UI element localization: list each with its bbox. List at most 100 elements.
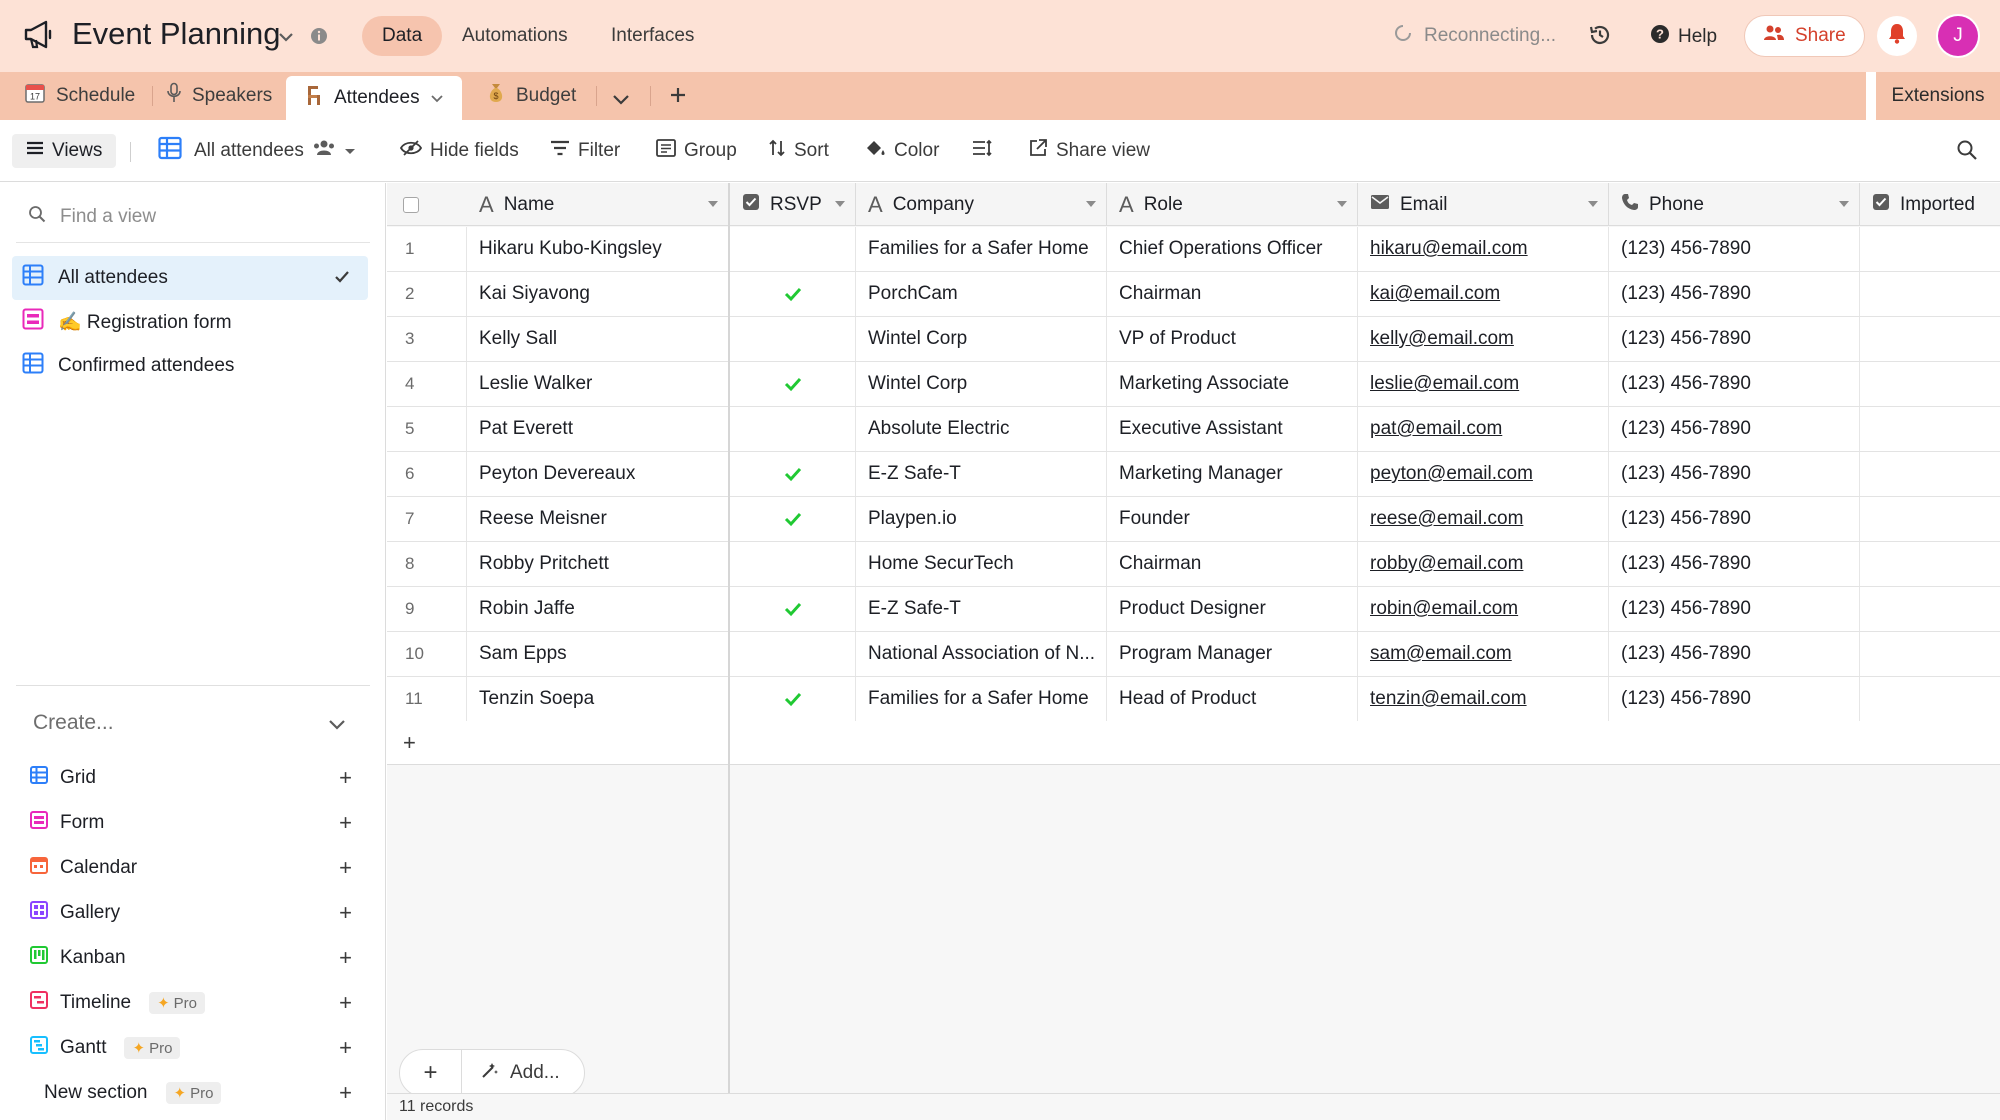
hide-fields-button[interactable]: Hide fields [399,134,519,168]
role-cell[interactable]: Executive Assistant [1107,407,1358,451]
current-view-button[interactable]: All attendees [158,134,356,168]
email-link[interactable]: tenzin@email.com [1370,688,1527,709]
share-button[interactable]: Share [1745,16,1864,56]
rsvp-cell[interactable] [730,542,856,586]
email-cell[interactable]: hikaru@email.com [1358,227,1609,271]
create-gallery[interactable]: Gallery + [30,896,352,930]
phone-cell[interactable]: (123) 456-7890 [1609,542,1860,586]
company-cell[interactable]: Playpen.io [856,497,1107,541]
rsvp-cell[interactable] [730,407,856,451]
imported-cell[interactable] [1860,317,2000,361]
add-record-button[interactable]: + [400,1050,462,1096]
group-button[interactable]: Group [656,134,737,168]
company-cell[interactable]: E-Z Safe-T [856,452,1107,496]
company-cell[interactable]: Families for a Safer Home [856,227,1107,271]
create-new-section[interactable]: New section ✦ Pro + [44,1076,352,1110]
phone-cell[interactable]: (123) 456-7890 [1609,272,1860,316]
email-link[interactable]: kelly@email.com [1370,328,1514,349]
plus-icon[interactable]: + [403,730,416,756]
nav-interfaces[interactable]: Interfaces [591,16,714,56]
sort-button[interactable]: Sort [768,134,829,168]
table-row[interactable]: 9 Robin Jaffe E-Z Safe-T Product Designer ro… [387,587,2000,632]
views-toggle-button[interactable]: Views [12,134,117,168]
share-view-button[interactable]: Share view [1028,134,1150,168]
email-cell[interactable]: pat@email.com [1358,407,1609,451]
imported-cell[interactable] [1860,542,2000,586]
name-cell[interactable]: Pat Everett [467,407,728,451]
company-cell[interactable]: Families for a Safer Home [856,677,1107,721]
company-cell[interactable]: Wintel Corp [856,362,1107,406]
rsvp-cell[interactable] [730,452,856,496]
notifications-button[interactable] [1877,16,1917,56]
email-cell[interactable]: kelly@email.com [1358,317,1609,361]
imported-cell[interactable] [1860,272,2000,316]
create-timeline[interactable]: Timeline ✦ Pro + [30,986,352,1020]
role-cell[interactable]: Chairman [1107,542,1358,586]
imported-cell[interactable] [1860,632,2000,676]
extensions-button[interactable]: Extensions [1876,72,2000,120]
email-cell[interactable]: peyton@email.com [1358,452,1609,496]
imported-cell[interactable] [1860,407,2000,451]
create-calendar[interactable]: Calendar + [30,851,352,885]
table-row[interactable]: 8 Robby Pritchett Home SecurTech Chairman ro… [387,542,2000,587]
role-cell[interactable]: Program Manager [1107,632,1358,676]
name-cell[interactable]: Reese Meisner [467,497,728,541]
phone-cell[interactable]: (123) 456-7890 [1609,497,1860,541]
row-height-button[interactable] [972,134,992,168]
color-button[interactable]: Color [864,134,939,168]
column-menu-caret-icon[interactable] [1086,201,1096,207]
email-cell[interactable]: reese@email.com [1358,497,1609,541]
rsvp-cell[interactable] [730,677,856,721]
rsvp-cell[interactable] [730,272,856,316]
megaphone-icon[interactable] [22,20,56,54]
user-avatar[interactable]: J [1938,16,1978,56]
tab-attendees[interactable]: Attendees [286,76,462,120]
table-row[interactable]: 6 Peyton Devereaux E-Z Safe-T Marketing Man… [387,452,2000,497]
create-form[interactable]: Form + [30,806,352,840]
table-row[interactable]: 5 Pat Everett Absolute Electric Executive A… [387,407,2000,452]
column-menu-caret-icon[interactable] [1588,201,1598,207]
view-item-confirmed-attendees[interactable]: Confirmed attendees [12,344,368,388]
phone-cell[interactable]: (123) 456-7890 [1609,632,1860,676]
name-cell[interactable]: Tenzin Soepa [467,677,728,721]
view-item-registration-form[interactable]: ✍️ Registration form [12,300,368,344]
email-link[interactable]: kai@email.com [1370,283,1500,304]
help-button[interactable]: ? Help [1650,24,1717,50]
add-table-plus-icon[interactable] [668,85,688,111]
select-all-checkbox[interactable] [403,196,419,213]
phone-cell[interactable]: (123) 456-7890 [1609,677,1860,721]
name-cell[interactable]: Peyton Devereaux [467,452,728,496]
email-link[interactable]: sam@email.com [1370,643,1512,664]
role-cell[interactable]: VP of Product [1107,317,1358,361]
history-icon[interactable] [1588,23,1612,53]
filter-button[interactable]: Filter [550,134,620,168]
view-item-all-attendees[interactable]: All attendees [12,256,368,300]
name-cell[interactable]: Sam Epps [467,632,728,676]
imported-cell[interactable] [1860,227,2000,271]
tabs-overflow-chevron-icon[interactable] [612,90,630,112]
rsvp-cell[interactable] [730,227,856,271]
nav-automations[interactable]: Automations [442,16,588,56]
company-cell[interactable]: National Association of N... [856,632,1107,676]
phone-cell[interactable]: (123) 456-7890 [1609,317,1860,361]
role-cell[interactable]: Head of Product [1107,677,1358,721]
imported-cell[interactable] [1860,497,2000,541]
column-header-rsvp[interactable]: RSVP [730,183,856,226]
search-icon[interactable] [1956,139,1978,167]
find-view-search[interactable]: Find a view [28,205,156,229]
email-link[interactable]: leslie@email.com [1370,373,1519,394]
table-row[interactable]: 3 Kelly Sall Wintel Corp VP of Product kelly… [387,317,2000,362]
name-cell[interactable]: Leslie Walker [467,362,728,406]
role-cell[interactable]: Marketing Associate [1107,362,1358,406]
phone-cell[interactable]: (123) 456-7890 [1609,587,1860,631]
email-link[interactable]: pat@email.com [1370,418,1502,439]
role-cell[interactable]: Marketing Manager [1107,452,1358,496]
email-cell[interactable]: robby@email.com [1358,542,1609,586]
company-cell[interactable]: E-Z Safe-T [856,587,1107,631]
rsvp-cell[interactable] [730,362,856,406]
name-cell[interactable]: Kelly Sall [467,317,728,361]
create-grid[interactable]: Grid + [30,761,352,795]
name-cell[interactable]: Robby Pritchett [467,542,728,586]
email-link[interactable]: reese@email.com [1370,508,1523,529]
phone-cell[interactable]: (123) 456-7890 [1609,227,1860,271]
